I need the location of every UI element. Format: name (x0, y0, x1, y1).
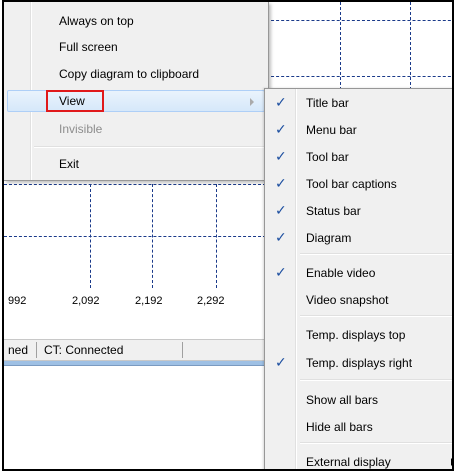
status-cell-left: ned (8, 343, 29, 357)
submenu-item-menu-bar[interactable]: ✓ Menu bar (265, 119, 452, 141)
diagram-chart (4, 178, 266, 288)
status-bar: ned CT: Connected (4, 339, 266, 361)
menu-item-always-on-top[interactable]: Always on top (4, 10, 266, 32)
check-icon: ✓ (275, 264, 287, 280)
submenu-item-status-bar[interactable]: ✓ Status bar (265, 200, 452, 222)
submenu-item-video-snapshot[interactable]: Video snapshot (265, 289, 452, 311)
submenu-item-title-bar[interactable]: ✓ Title bar (265, 92, 452, 114)
menu-item-invisible[interactable]: Invisible (4, 118, 266, 140)
submenu-separator (300, 253, 452, 255)
check-icon: ✓ (275, 354, 287, 370)
window-border (4, 361, 266, 366)
submenu-item-diagram[interactable]: ✓ Diagram (265, 227, 452, 249)
x-tick-label: 2,092 (72, 295, 100, 307)
check-icon: ✓ (275, 202, 287, 218)
submenu-item-enable-video[interactable]: ✓ Enable video (265, 262, 452, 284)
submenu-item-temp-displays-top[interactable]: Temp. displays top (265, 324, 452, 346)
submenu-item-temp-displays-right[interactable]: ✓ Temp. displays right (265, 352, 452, 374)
submenu-separator (300, 315, 452, 317)
submenu-item-hide-all-bars[interactable]: Hide all bars (265, 416, 452, 438)
check-icon: ✓ (275, 175, 287, 191)
screenshot-frame: 992 2,092 2,192 2,292 ned CT: Connected … (2, 0, 454, 471)
menu-separator (34, 146, 264, 148)
menu-item-full-screen[interactable]: Full screen (4, 36, 266, 58)
view-highlight-box (46, 90, 104, 112)
status-connection: CT: Connected (44, 343, 124, 357)
diagram-panel-top (266, 2, 452, 90)
check-icon: ✓ (275, 121, 287, 137)
menu-item-exit[interactable]: Exit (4, 153, 266, 175)
submenu-separator (300, 442, 452, 444)
x-tick-label: 2,292 (197, 295, 225, 307)
x-tick-label: 992 (8, 295, 27, 307)
submenu-arrow-icon (250, 98, 254, 106)
check-icon: ✓ (275, 94, 287, 110)
submenu-item-external-display[interactable]: External display (265, 451, 452, 469)
check-icon: ✓ (275, 148, 287, 164)
submenu-item-tool-bar[interactable]: ✓ Tool bar (265, 146, 452, 168)
check-icon: ✓ (275, 229, 287, 245)
view-submenu: ✓ Title bar ✓ Menu bar ✓ Tool bar ✓ Tool… (264, 88, 452, 469)
submenu-separator (300, 379, 452, 381)
menu-item-copy-diagram[interactable]: Copy diagram to clipboard (4, 63, 266, 85)
submenu-item-tool-bar-captions[interactable]: ✓ Tool bar captions (265, 173, 452, 195)
submenu-item-show-all-bars[interactable]: Show all bars (265, 389, 452, 411)
submenu-arrow-icon (451, 458, 452, 466)
x-tick-label: 2,192 (135, 295, 163, 307)
context-menu: Always on top Full screen Copy diagram t… (4, 2, 269, 181)
